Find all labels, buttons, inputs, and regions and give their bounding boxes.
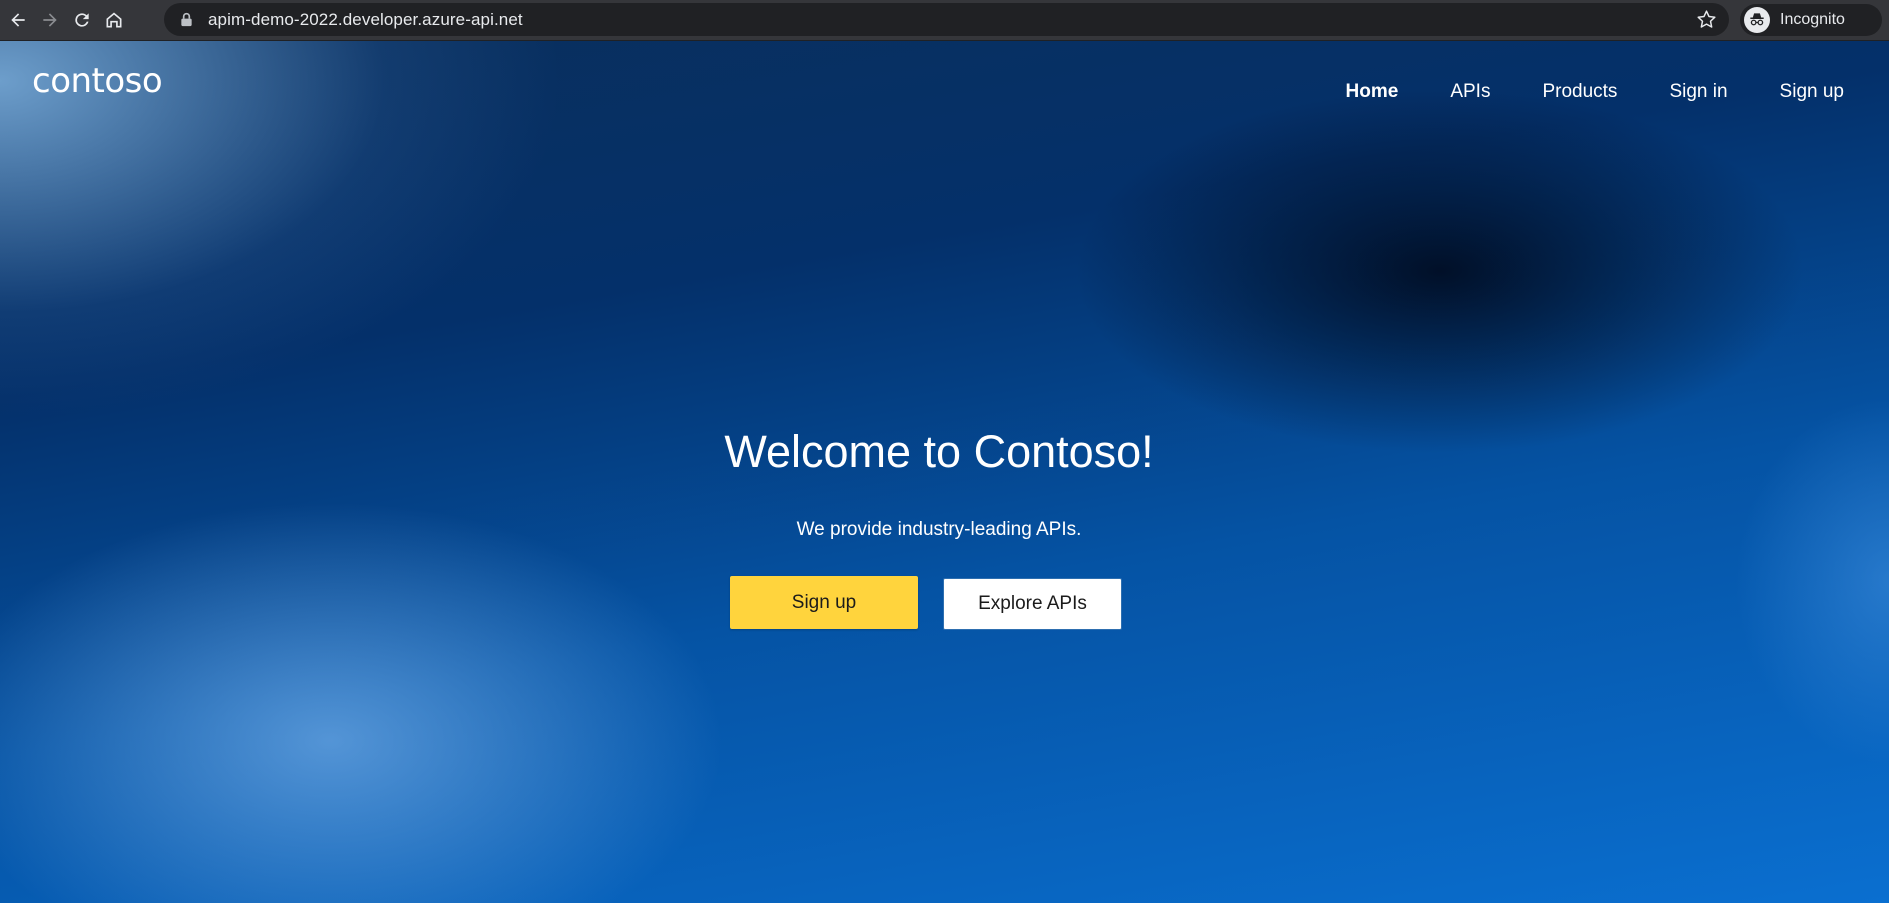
incognito-icon: [1744, 7, 1770, 33]
address-bar[interactable]: apim-demo-2022.developer.azure-api.net: [164, 3, 1729, 36]
explore-apis-button[interactable]: Explore APIs: [943, 578, 1122, 630]
back-button[interactable]: [4, 6, 32, 34]
hero-subtitle: We provide industry-leading APIs.: [796, 519, 1082, 540]
arrow-right-icon: [43, 13, 57, 27]
nav-products[interactable]: Products: [1542, 81, 1617, 103]
site-header: contoso Home APIs Products Sign in Sign …: [0, 41, 1889, 131]
reload-button[interactable]: [68, 6, 96, 34]
star-icon[interactable]: [1696, 9, 1717, 30]
nav-sign-in[interactable]: Sign in: [1669, 81, 1727, 103]
incognito-profile-button[interactable]: Incognito: [1740, 4, 1882, 36]
home-button[interactable]: [100, 6, 128, 34]
browser-toolbar: apim-demo-2022.developer.azure-api.net I…: [0, 0, 1889, 41]
lock-icon[interactable]: [178, 12, 194, 28]
incognito-label: Incognito: [1780, 11, 1845, 28]
forward-button[interactable]: [36, 6, 64, 34]
main-navigation: Home APIs Products Sign in Sign up: [1294, 81, 1844, 103]
arrow-left-icon: [11, 13, 25, 27]
url-text[interactable]: apim-demo-2022.developer.azure-api.net: [208, 10, 523, 30]
nav-home[interactable]: Home: [1346, 81, 1399, 103]
contoso-logo[interactable]: contoso: [32, 61, 163, 101]
hero-section: Welcome to Contoso! We provide industry-…: [0, 41, 1889, 903]
nav-sign-up[interactable]: Sign up: [1780, 81, 1844, 103]
nav-apis[interactable]: APIs: [1450, 81, 1490, 103]
home-icon: [106, 12, 122, 28]
developer-portal-page: Welcome to Contoso! We provide industry-…: [0, 41, 1889, 903]
reload-icon: [75, 13, 89, 27]
hero-sign-up-button[interactable]: Sign up: [730, 576, 918, 629]
hero-title: Welcome to Contoso!: [724, 426, 1154, 477]
